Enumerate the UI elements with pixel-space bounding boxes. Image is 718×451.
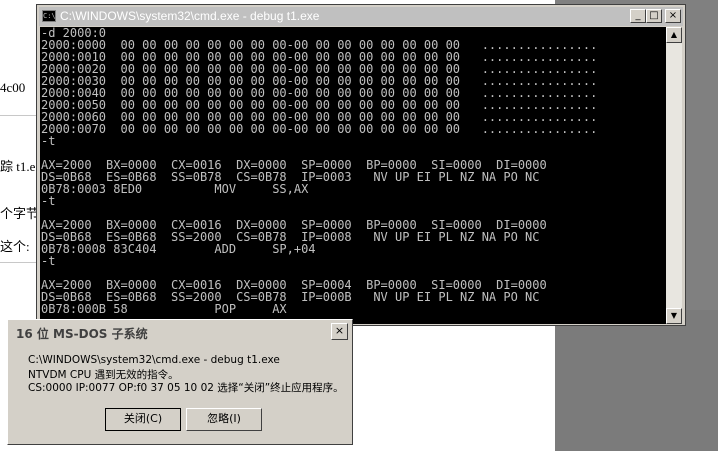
desktop-background-lower bbox=[555, 310, 718, 451]
dialog-title-bar[interactable]: 16 位 MS-DOS 子系统 × bbox=[9, 321, 351, 343]
dialog-message-line: CS:0000 IP:0077 OP:f0 37 05 10 02 选择“关闭”… bbox=[28, 382, 344, 394]
doc-fragment: 这个: bbox=[0, 239, 30, 254]
console-line: -t bbox=[41, 134, 56, 148]
doc-fragment: 4c00 bbox=[0, 80, 26, 95]
console-line: 0B78:000B 58 POP AX bbox=[41, 302, 287, 316]
console-text: -d 2000:0 2000:0000 00 00 00 00 00 00 00… bbox=[40, 27, 666, 315]
cmd-title-bar[interactable]: C:\ C:\WINDOWS\system32\cmd.exe - debug … bbox=[39, 7, 683, 26]
close-button[interactable]: × bbox=[665, 9, 681, 23]
dialog-title: 16 位 MS-DOS 子系统 bbox=[16, 327, 148, 341]
dialog-ignore-button[interactable]: 忽略(I) bbox=[186, 408, 262, 431]
dialog-close-button[interactable]: × bbox=[331, 323, 348, 340]
dialog-close-app-button[interactable]: 关闭(C) bbox=[105, 408, 181, 431]
cmd-window-title: C:\WINDOWS\system32\cmd.exe - debug t1.e… bbox=[60, 9, 320, 23]
console-output[interactable]: -d 2000:0 2000:0000 00 00 00 00 00 00 00… bbox=[40, 27, 666, 324]
scroll-up-button[interactable]: ▲ bbox=[666, 27, 682, 43]
close-icon: × bbox=[334, 324, 345, 337]
arrow-down-icon: ▼ bbox=[670, 311, 678, 320]
console-line: 2000:0070 00 00 00 00 00 00 00 00-00 00 … bbox=[41, 122, 598, 136]
error-dialog[interactable]: 16 位 MS-DOS 子系统 × C:\WINDOWS\system32\cm… bbox=[7, 319, 353, 445]
console-line: 0B78:0003 8ED0 MOV SS,AX bbox=[41, 182, 309, 196]
scroll-down-button[interactable]: ▼ bbox=[666, 308, 682, 324]
console-app-icon[interactable]: C:\ bbox=[42, 10, 56, 22]
close-icon: × bbox=[668, 10, 678, 21]
console-line: -t bbox=[41, 254, 56, 268]
doc-fragment: 踪 t1.e bbox=[0, 159, 36, 174]
maximize-icon: □ bbox=[649, 10, 659, 21]
arrow-up-icon: ▲ bbox=[670, 30, 678, 39]
vertical-scrollbar[interactable]: ▲ ▼ bbox=[666, 27, 682, 324]
console-line: -t bbox=[41, 194, 56, 208]
maximize-button[interactable]: □ bbox=[646, 9, 662, 23]
cmd-window[interactable]: C:\ C:\WINDOWS\system32\cmd.exe - debug … bbox=[36, 4, 686, 326]
console-line: 0B78:0008 83C404 ADD SP,+04 bbox=[41, 242, 316, 256]
doc-fragment: 个字节 bbox=[0, 206, 40, 221]
minimize-button[interactable]: _ bbox=[630, 9, 646, 23]
doc-divider bbox=[0, 262, 36, 263]
doc-divider bbox=[0, 115, 36, 116]
minimize-icon: _ bbox=[635, 10, 641, 21]
dialog-message-line: C:\WINDOWS\system32\cmd.exe - debug t1.e… bbox=[28, 354, 280, 366]
